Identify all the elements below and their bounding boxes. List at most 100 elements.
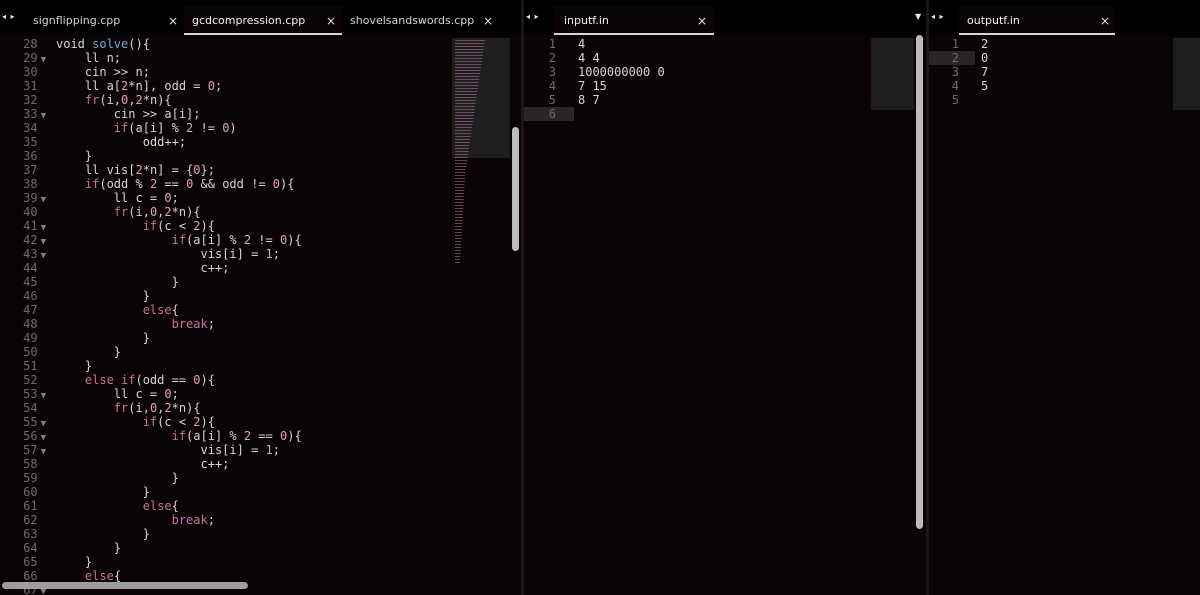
fold-arrow-icon[interactable]: ▼ <box>41 223 46 233</box>
tab-close-icon[interactable]: × <box>483 14 493 28</box>
line-number: 43 ▼ <box>23 247 46 261</box>
line-number: 2 <box>951 51 959 65</box>
vertical-scrollbar[interactable] <box>916 35 923 529</box>
chevron-down-icon[interactable]: ▼ <box>915 12 921 21</box>
line-number: 40▼ <box>23 205 38 219</box>
line-number: 37▼ <box>23 163 38 177</box>
tab-outputf[interactable]: outputf.in × <box>959 6 1115 35</box>
minimap-viewport[interactable] <box>1173 38 1200 110</box>
line-number: 49▼ <box>23 331 38 345</box>
line-number: 5 <box>951 93 959 107</box>
line-number: 4 <box>548 79 556 93</box>
tab-inputf[interactable]: inputf.in × <box>554 6 714 35</box>
line-number: 6 <box>548 107 556 121</box>
horizontal-scrollbar[interactable] <box>2 582 248 589</box>
fold-arrow-icon[interactable]: ▼ <box>41 391 46 401</box>
tab-gcdcompression[interactable]: gcdcompression.cpp × <box>184 6 342 35</box>
line-number: 39 ▼ <box>23 191 46 205</box>
line-number: 29 ▼ <box>23 51 46 65</box>
tab-nav-arrows[interactable]: ◂ ▸ <box>931 12 945 21</box>
editor-pane-middle: ◂ ▸ inputf.in × ▼ 123456 44 4 1000000000 … <box>524 0 926 595</box>
line-number: 60▼ <box>23 485 38 499</box>
line-number: 42 ▼ <box>23 233 46 247</box>
vertical-scrollbar[interactable] <box>512 127 519 251</box>
line-number: 44▼ <box>23 261 38 275</box>
fold-arrow-icon[interactable]: ▼ <box>41 237 46 247</box>
fold-arrow-icon[interactable]: ▼ <box>41 111 46 121</box>
code-line: 5 <box>981 79 989 93</box>
line-number: 58▼ <box>23 457 38 471</box>
tab-nav-arrows[interactable]: ◂ ▸ <box>526 12 540 21</box>
line-number: 1 <box>951 37 959 51</box>
line-number: 57 ▼ <box>23 443 46 457</box>
code-line: 7 15 <box>578 79 607 93</box>
line-number: 47▼ <box>23 303 38 317</box>
tab-signflipping[interactable]: signflipping.cpp × <box>25 6 184 35</box>
fold-arrow-icon[interactable]: ▼ <box>41 195 46 205</box>
minimap-viewport[interactable] <box>871 38 914 110</box>
fold-arrow-icon[interactable]: ▼ <box>41 433 46 443</box>
line-number: 55 ▼ <box>23 415 46 429</box>
line-number: 53 ▼ <box>23 387 46 401</box>
line-number: 63▼ <box>23 527 38 541</box>
tab-label: shovelsandswords.cpp <box>350 14 475 27</box>
line-number: 2 <box>548 51 556 65</box>
line-number: 5 <box>548 93 556 107</box>
code-line: 2 <box>981 37 989 51</box>
line-number: 59▼ <box>23 471 38 485</box>
fold-arrow-icon[interactable]: ▼ <box>41 447 46 457</box>
tab-label: outputf.in <box>967 14 1020 27</box>
tab-shovelsandswords[interactable]: shovelsandswords.cpp × <box>342 6 499 35</box>
code-line: 7 <box>981 65 989 79</box>
line-number: 65▼ <box>23 555 38 569</box>
line-number: 46▼ <box>23 289 38 303</box>
line-number: 66▼ <box>23 569 38 583</box>
code-editor[interactable]: 123456 44 4 1000000000 07 15 8 7 <box>524 35 926 595</box>
fold-arrow-icon[interactable]: ▼ <box>41 419 46 429</box>
line-number: 62▼ <box>23 513 38 527</box>
line-number: 1 <box>548 37 556 51</box>
line-number: 30▼ <box>23 65 38 79</box>
line-number: 56 ▼ <box>23 429 46 443</box>
code-editor[interactable]: 28▼29▼30▼31▼32▼33▼34▼35▼36▼37▼38▼39▼40▼4… <box>0 35 521 595</box>
tab-close-icon[interactable]: × <box>168 14 178 28</box>
line-number-gutter: 123456 <box>524 37 556 121</box>
tab-close-icon[interactable]: × <box>1100 14 1110 28</box>
line-number: 54▼ <box>23 401 38 415</box>
code-text[interactable]: void solve(){ ll n; cin >> n; ll a[2*n],… <box>56 37 302 583</box>
code-line: 1000000000 0 <box>578 65 665 79</box>
code-line: 4 <box>578 37 586 51</box>
line-number: 3 <box>548 65 556 79</box>
line-number: 31▼ <box>23 79 38 93</box>
line-number: 61▼ <box>23 499 38 513</box>
code-line: 4 4 <box>578 51 600 65</box>
tab-close-icon[interactable]: × <box>326 14 336 28</box>
line-number: 41 ▼ <box>23 219 46 233</box>
tab-label: gcdcompression.cpp <box>192 14 306 27</box>
tab-close-icon[interactable]: × <box>697 14 707 28</box>
line-number-gutter: 28▼29▼30▼31▼32▼33▼34▼35▼36▼37▼38▼39▼40▼4… <box>0 37 46 595</box>
code-line: 8 7 <box>578 93 600 107</box>
line-number-gutter: 12345 <box>929 37 959 107</box>
line-number: 51▼ <box>23 359 38 373</box>
line-number: 38▼ <box>23 177 38 191</box>
tab-bar: ◂ ▸ outputf.in × <box>929 0 1200 35</box>
line-number: 4 <box>951 79 959 93</box>
fold-arrow-icon[interactable]: ▼ <box>41 55 46 65</box>
line-number: 33 ▼ <box>23 107 46 121</box>
tab-label: inputf.in <box>564 14 609 27</box>
line-number: 50▼ <box>23 345 38 359</box>
tab-nav-arrows[interactable]: ◂ ▸ <box>2 12 16 21</box>
line-number: 35▼ <box>23 135 38 149</box>
line-number: 3 <box>951 65 959 79</box>
code-text[interactable]: 44 4 1000000000 07 15 8 7 <box>578 37 665 121</box>
fold-arrow-icon[interactable]: ▼ <box>41 251 46 261</box>
editor-pane-left: ◂ ▸ signflipping.cpp × gcdcompression.cp… <box>0 0 521 595</box>
tab-bar: ◂ ▸ inputf.in × ▼ <box>524 0 926 35</box>
tab-label: signflipping.cpp <box>33 14 121 27</box>
code-editor[interactable]: 12345 2075 <box>929 35 1200 595</box>
code-text[interactable]: 2075 <box>981 37 988 107</box>
line-number: 52▼ <box>23 373 38 387</box>
